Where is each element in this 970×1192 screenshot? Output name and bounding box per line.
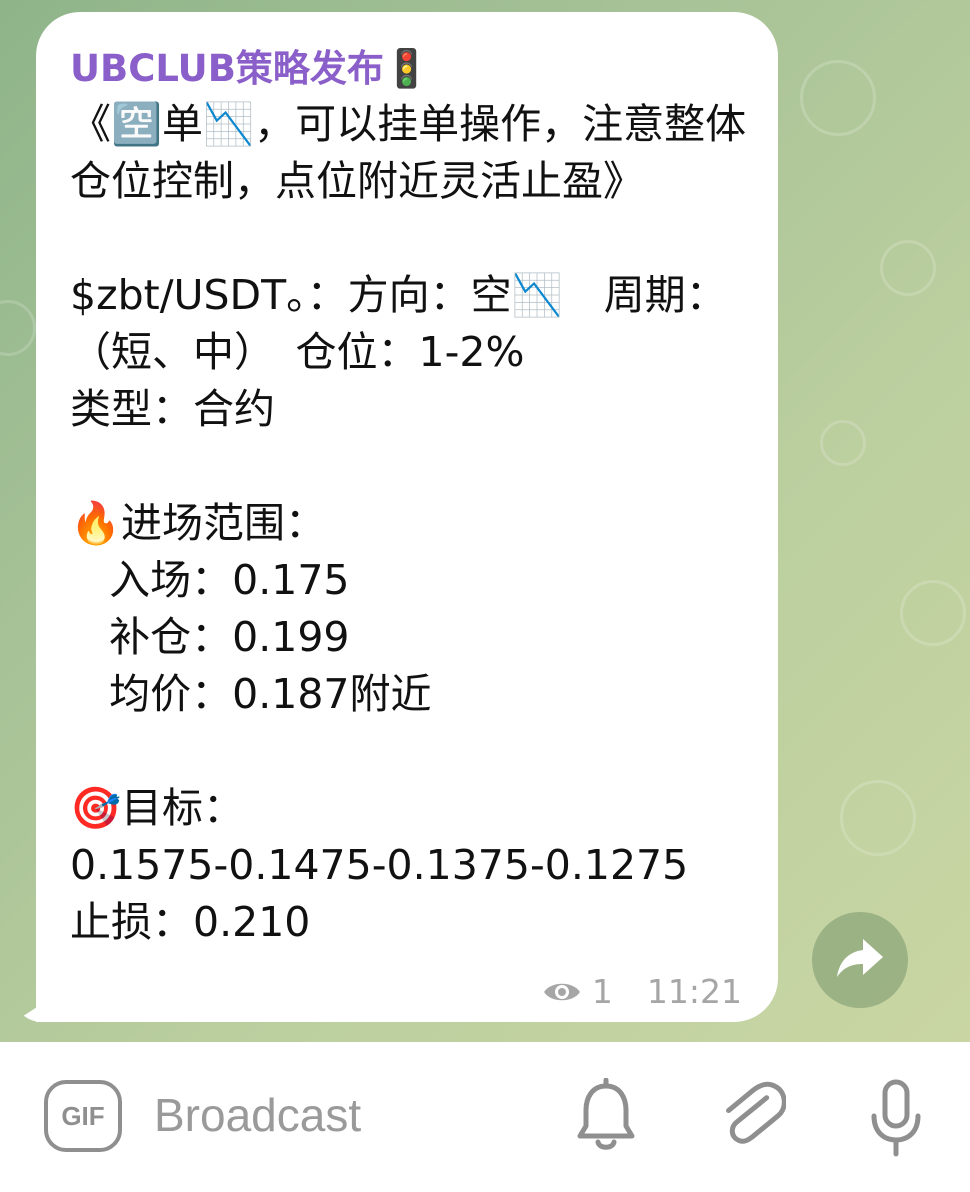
broadcast-input[interactable]: Broadcast: [154, 1088, 361, 1142]
share-button[interactable]: [812, 912, 908, 1008]
view-count: 1: [591, 972, 613, 1011]
message-time: 11:21: [646, 972, 742, 1011]
share-arrow-icon: [835, 937, 885, 983]
paperclip-icon[interactable]: [720, 1078, 786, 1154]
chat-background: UBCLUB策略发布🚦 《🈳单📉，可以挂单操作，注意整体仓位控制，点位附近灵活止…: [0, 0, 970, 1042]
gif-button[interactable]: GIF: [44, 1080, 122, 1152]
bell-icon[interactable]: [574, 1078, 638, 1154]
message-bubble[interactable]: UBCLUB策略发布🚦 《🈳单📉，可以挂单操作，注意整体仓位控制，点位附近灵活止…: [36, 12, 778, 1022]
background-doodle: [0, 300, 36, 356]
sender-name[interactable]: UBCLUB策略发布🚦: [70, 38, 430, 92]
microphone-icon[interactable]: [866, 1078, 926, 1158]
background-doodle: [820, 420, 866, 466]
message-text: 《🈳单📉，可以挂单操作，注意整体仓位控制，点位附近灵活止盈》 $zbt/USDT…: [70, 100, 747, 946]
background-doodle: [900, 580, 966, 646]
eye-icon: [542, 978, 582, 1006]
message-meta: 1 11:21: [542, 972, 742, 1011]
background-doodle: [840, 780, 916, 856]
composer-bar: GIF Broadcast: [0, 1042, 970, 1192]
background-doodle: [800, 60, 876, 136]
background-doodle: [880, 240, 936, 296]
